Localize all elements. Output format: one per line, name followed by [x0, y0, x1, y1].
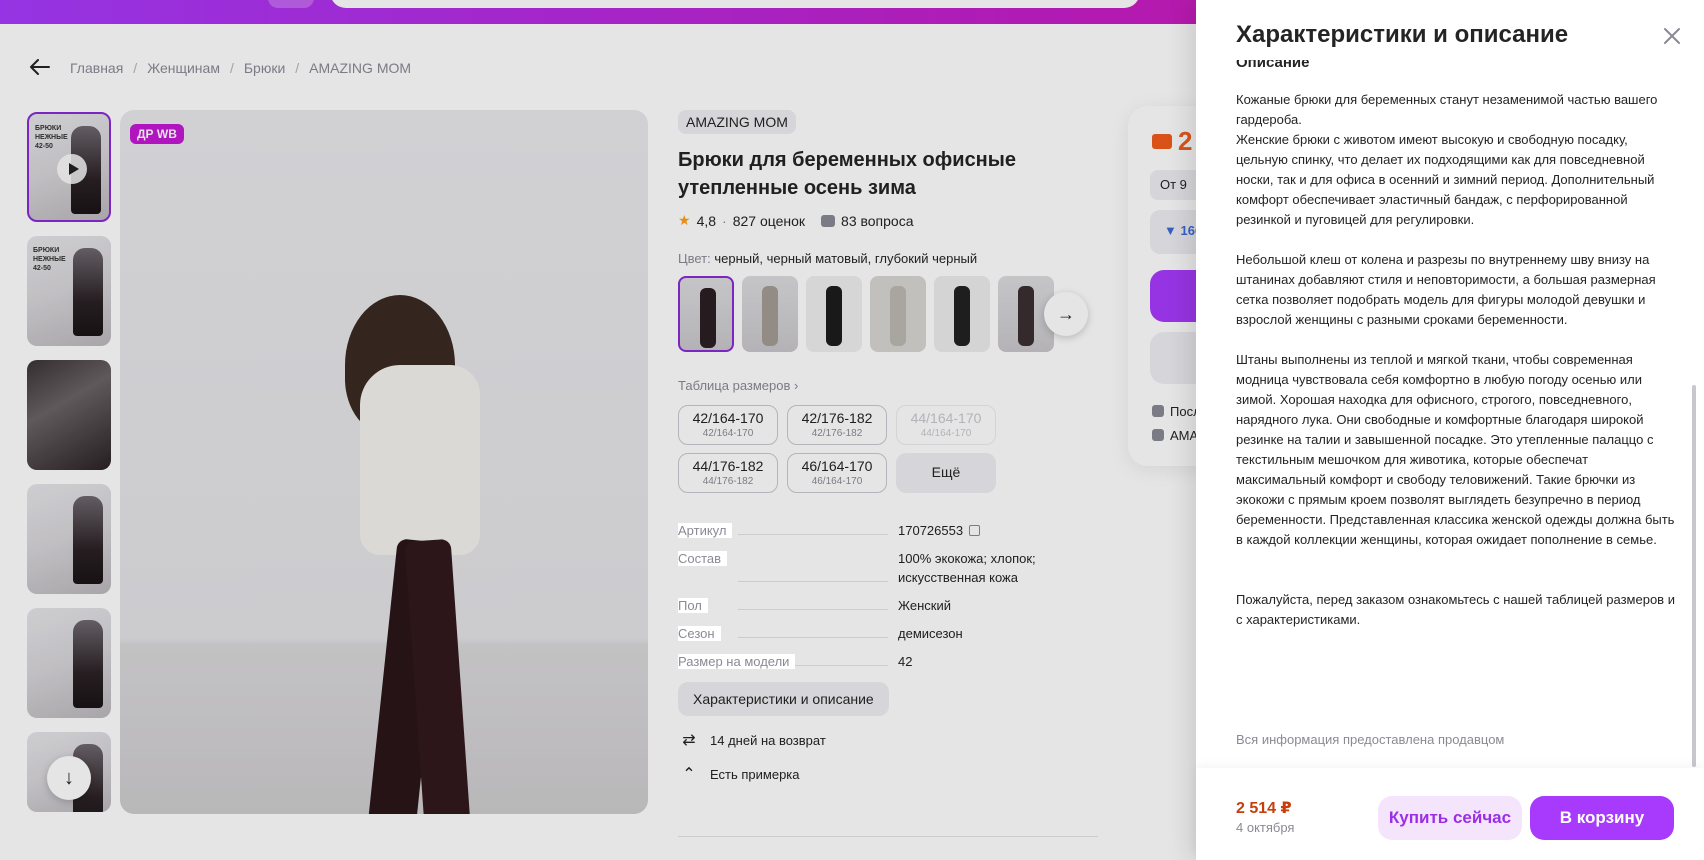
spec-key: Состав	[678, 551, 728, 566]
close-icon[interactable]	[1658, 22, 1686, 50]
drawer-footer: 2 514 ₽ 4 октября Купить сейчас В корзин…	[1196, 768, 1704, 860]
drawer-scroll-area[interactable]: Описание Кожаные брюки для беременных ст…	[1196, 60, 1704, 767]
description-heading: Описание	[1236, 60, 1310, 71]
delivery-date: 4 октября	[1236, 820, 1295, 835]
seller-note: Вся информация предоставлена продавцом	[1236, 732, 1505, 747]
drawer-header: Характеристики и описание	[1236, 18, 1676, 58]
characteristics-drawer: Характеристики и описание Описание Кожан…	[1196, 0, 1704, 860]
drawer-title: Характеристики и описание	[1236, 21, 1569, 48]
spec-key: Пол	[678, 598, 708, 613]
footer-price: 2 514 ₽	[1236, 800, 1292, 817]
scrollbar[interactable]	[1692, 385, 1696, 767]
buy-now-button[interactable]: Купить сейчас	[1378, 796, 1522, 840]
spec-key: Сезон	[678, 626, 721, 641]
description-text: Кожаные брюки для беременных станут неза…	[1236, 92, 1675, 627]
spec-key: Артикул	[678, 523, 733, 538]
add-to-cart-button[interactable]: В корзину	[1530, 796, 1674, 840]
spec-key: Размер на модели	[678, 654, 796, 669]
modal-backdrop[interactable]	[0, 0, 1196, 860]
